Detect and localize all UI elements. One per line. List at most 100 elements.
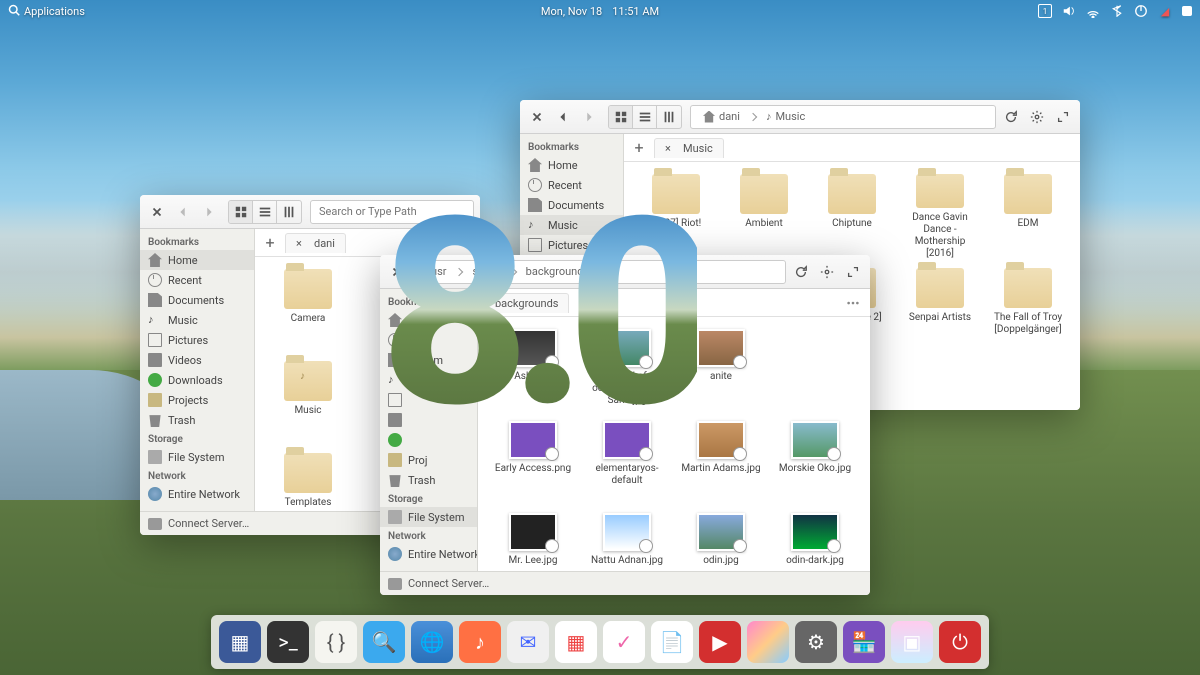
sidebar-item-network[interactable]: Entire Network xyxy=(140,484,254,504)
folder-item[interactable]: Camera xyxy=(267,269,349,355)
dock-videos[interactable]: ▶ xyxy=(699,621,741,663)
maximize-button[interactable] xyxy=(842,261,864,283)
sidebar-item-recent[interactable]: Recent xyxy=(520,175,623,195)
volume-icon[interactable] xyxy=(1062,4,1076,18)
dock-terminal[interactable]: >_ xyxy=(267,621,309,663)
folder-item[interactable]: Templates xyxy=(267,453,349,511)
column-view-button[interactable] xyxy=(657,106,681,128)
close-tab-icon[interactable]: × xyxy=(296,237,308,250)
dock-music[interactable]: ♪ xyxy=(459,621,501,663)
keyboard-indicator-icon[interactable]: 1 xyxy=(1038,4,1052,18)
titlebar[interactable] xyxy=(140,195,480,229)
search-input[interactable] xyxy=(319,205,465,218)
sidebar-item-pictures[interactable]: Pictures xyxy=(520,235,623,255)
folder-item[interactable]: Chiptune xyxy=(812,174,892,260)
settings-button[interactable] xyxy=(816,261,838,283)
image-item[interactable]: Mr. Lee.jpg xyxy=(490,513,576,571)
sidebar-item-recent[interactable]: Recent xyxy=(140,270,254,290)
settings-button[interactable] xyxy=(1026,106,1048,128)
dock-power[interactable]: ⏻ xyxy=(939,621,981,663)
bluetooth-icon[interactable] xyxy=(1110,4,1124,18)
maximize-button[interactable] xyxy=(1052,106,1074,128)
image-item[interactable]: A Trail of ootprints In The Sand.jpg xyxy=(584,329,670,415)
folder-item[interactable]: Ambient xyxy=(724,174,804,260)
folder-item[interactable]: Dance Gavin Dance - Mothership [2016] xyxy=(900,174,980,260)
file-grid[interactable]: Ashim D A Trail of ootprints In The Sand… xyxy=(478,317,870,571)
breadcrumb[interactable]: backgrounds xyxy=(522,265,593,278)
tab-options-button[interactable] xyxy=(842,292,864,314)
image-item[interactable]: odin-dark.jpg xyxy=(772,513,858,571)
image-item[interactable]: Martin Adams.jpg xyxy=(678,421,764,507)
dock-files[interactable]: ▦ xyxy=(219,621,261,663)
dock-search[interactable]: 🔍 xyxy=(363,621,405,663)
power-icon[interactable] xyxy=(1134,4,1148,18)
sidebar-item-trash[interactable]: Trash xyxy=(140,410,254,430)
tab-music[interactable]: ×Music xyxy=(654,138,724,158)
dock-calendar[interactable]: ▦ xyxy=(555,621,597,663)
sidebar-item-pictures[interactable] xyxy=(380,390,477,410)
close-button[interactable] xyxy=(146,201,168,223)
dock-tasks[interactable]: ✓ xyxy=(603,621,645,663)
icon-view-button[interactable] xyxy=(609,106,633,128)
network-icon[interactable] xyxy=(1086,4,1100,18)
search-bar[interactable] xyxy=(310,200,474,224)
sidebar-item-recent[interactable]: Re xyxy=(380,330,477,350)
dock-web[interactable]: 🌐 xyxy=(411,621,453,663)
sidebar-item-filesystem[interactable]: File System xyxy=(140,447,254,467)
dock-settings[interactable]: ⚙ xyxy=(795,621,837,663)
sidebar-item-music[interactable]: ♪Music xyxy=(520,215,623,235)
folder-item[interactable]: [2007] Riot! xyxy=(636,174,716,260)
path-bar[interactable]: dani ♪ Music xyxy=(690,105,996,129)
close-button[interactable] xyxy=(386,261,408,283)
new-tab-button[interactable]: + xyxy=(630,139,648,157)
dock-code[interactable]: { } xyxy=(315,621,357,663)
image-item[interactable]: Morskie Oko.jpg xyxy=(772,421,858,507)
path-bar[interactable]: usr share backgrounds xyxy=(418,260,786,284)
dock-screenshot[interactable]: ▣ xyxy=(891,621,933,663)
connect-server-button[interactable]: Connect Server… xyxy=(168,517,249,530)
icon-view-button[interactable] xyxy=(229,201,253,223)
sidebar-item-home[interactable]: Home xyxy=(520,155,623,175)
notification-icon[interactable]: ◢ xyxy=(1158,4,1172,18)
image-item[interactable]: Nattu Adnan.jpg xyxy=(584,513,670,571)
breadcrumb[interactable]: usr xyxy=(427,265,450,278)
titlebar[interactable]: usr share backgrounds xyxy=(380,255,870,289)
sidebar-item-home[interactable]: H xyxy=(380,310,477,330)
dock-appcenter[interactable]: 🏪 xyxy=(843,621,885,663)
sidebar-item-videos[interactable] xyxy=(380,410,477,430)
breadcrumb-home[interactable]: dani xyxy=(699,110,744,123)
sidebar-item-videos[interactable]: Videos xyxy=(140,350,254,370)
breadcrumb-music[interactable]: ♪ Music xyxy=(762,110,809,123)
forward-button[interactable] xyxy=(198,201,220,223)
sidebar-item-pictures[interactable]: Pictures xyxy=(140,330,254,350)
sidebar-item-projects[interactable]: Proj xyxy=(380,450,477,470)
back-button[interactable] xyxy=(172,201,194,223)
sidebar-item-documents[interactable]: Documents xyxy=(520,195,623,215)
new-tab-button[interactable]: + xyxy=(261,234,279,252)
sidebar-item-filesystem[interactable]: File System xyxy=(380,507,477,527)
panel-date[interactable]: Mon, Nov 18 xyxy=(541,5,602,18)
connect-server-button[interactable]: Connect Server… xyxy=(408,577,489,590)
close-tab-icon[interactable]: × xyxy=(665,142,677,155)
user-icon[interactable] xyxy=(1182,6,1192,16)
folder-item[interactable]: EDM xyxy=(988,174,1068,260)
folder-item[interactable]: The Fall of Troy [Doppelgänger] xyxy=(988,268,1068,354)
back-button[interactable] xyxy=(552,106,574,128)
sidebar-item-projects[interactable]: Projects xyxy=(140,390,254,410)
sidebar-item-documents[interactable]: Documents xyxy=(140,290,254,310)
folder-item[interactable]: ♪Music xyxy=(267,361,349,447)
dock-text[interactable]: 📄 xyxy=(651,621,693,663)
dock-mail[interactable]: ✉ xyxy=(507,621,549,663)
tab-backgrounds[interactable]: backgrounds xyxy=(484,293,569,313)
list-view-button[interactable] xyxy=(253,201,277,223)
image-item[interactable]: Ashim D xyxy=(490,329,576,415)
sidebar-item-music[interactable]: ♪Music xyxy=(140,310,254,330)
applications-menu[interactable]: Applications xyxy=(8,4,85,19)
dock-photos[interactable] xyxy=(747,621,789,663)
close-button[interactable] xyxy=(526,106,548,128)
image-item[interactable]: elementaryos-default xyxy=(584,421,670,507)
refresh-button[interactable] xyxy=(790,261,812,283)
image-item[interactable]: anite xyxy=(678,329,764,415)
image-item[interactable]: Early Access.png xyxy=(490,421,576,507)
refresh-button[interactable] xyxy=(1000,106,1022,128)
